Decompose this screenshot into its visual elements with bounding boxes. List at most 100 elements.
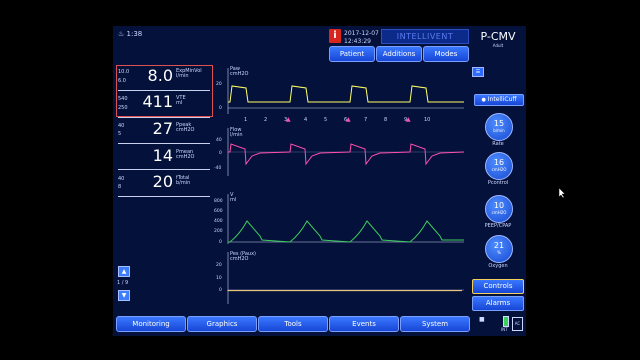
trigger-marker-icon: ▲ <box>406 116 411 123</box>
clock-display: ♨ 1:38 <box>118 30 142 38</box>
graph-unit: ml <box>230 197 237 203</box>
pcontrol-label: Pcontrol <box>487 180 509 186</box>
divider <box>118 169 210 170</box>
tab-additions[interactable]: Additions <box>376 46 422 62</box>
paw-waveform <box>228 85 464 103</box>
page-up-button[interactable]: ▲ <box>118 266 130 277</box>
ftotal-value: 20 <box>152 172 173 191</box>
flow-tick: 0 <box>219 151 222 156</box>
pes-tick: 10 <box>216 276 222 281</box>
info-alarm-icon[interactable]: i <box>329 29 341 43</box>
tab-monitoring[interactable]: Monitoring <box>116 316 186 332</box>
flow-tick: 40 <box>216 138 222 143</box>
rate-control[interactable]: 15 b/min <box>485 113 513 141</box>
divider <box>118 90 210 91</box>
ppeak-label: Ppeak cmH2O <box>176 123 195 133</box>
oxygen-label: Oxygen <box>488 263 508 269</box>
ftotal-label: fTotal b/min <box>176 176 190 186</box>
param-unit: cmH2O <box>176 127 195 133</box>
tab-patient[interactable]: Patient <box>329 46 375 62</box>
divider <box>118 117 210 118</box>
vte-label: VTE ml <box>176 96 186 106</box>
limit-upper: 40 <box>118 123 125 129</box>
tab-system[interactable]: System <box>400 316 470 332</box>
limit-lower: 8 <box>118 184 122 190</box>
intellivent-label[interactable]: INTELLIVENT <box>381 29 469 44</box>
param-unit: ml <box>176 100 183 106</box>
tab-events[interactable]: Events <box>329 316 399 332</box>
ppeak-value: 27 <box>152 119 173 138</box>
ac-plug-icon: AC <box>512 317 523 331</box>
ventilation-mode[interactable]: P-CMV <box>470 30 526 43</box>
volume-tick: 200 <box>214 229 223 234</box>
limit-lower: 250 <box>118 105 128 111</box>
param-unit: b/min <box>176 180 191 186</box>
breath-marker: 2 <box>264 117 268 123</box>
page-indicator: 1 / 9 <box>117 280 129 286</box>
waveform-panel <box>227 68 465 304</box>
limit-upper: 40 <box>118 176 125 182</box>
pes-tick: 20 <box>216 263 222 268</box>
battery-icon <box>503 316 509 327</box>
volume-tick: 800 <box>214 199 223 204</box>
pes-label: Pes (Paux) cmH2O <box>230 252 256 262</box>
graph-unit: l/min <box>230 132 243 138</box>
intellicuff-label: IntelliCuff <box>487 96 517 103</box>
param-unit: cmH2O <box>176 154 195 160</box>
breath-marker: 1 <box>244 117 248 123</box>
limit-upper: 540 <box>118 96 128 102</box>
breath-marker: 8 <box>384 117 388 123</box>
control-unit: b/min <box>493 128 505 133</box>
volume-tick: 600 <box>214 209 223 214</box>
breath-marker: 5 <box>324 117 328 123</box>
tab-graphics[interactable]: Graphics <box>187 316 257 332</box>
patient-group: Adult <box>492 43 504 48</box>
limit-lower: 5 <box>118 131 122 137</box>
controls-button[interactable]: Controls <box>472 279 524 294</box>
flow-label: Flow l/min <box>230 128 243 138</box>
control-unit: cmH2O <box>491 167 507 172</box>
exp-min-vol-label: ExpMinVol l/min <box>176 69 202 79</box>
alarms-button[interactable]: Alarms <box>472 296 524 311</box>
volume-tick: 0 <box>219 240 222 245</box>
pmean-label: Pmean cmH2O <box>176 150 195 160</box>
divider <box>118 196 210 197</box>
clock-text: 1:38 <box>126 30 143 38</box>
tab-tools[interactable]: Tools <box>258 316 328 332</box>
limit-lower: 6.0 <box>118 78 126 84</box>
divider <box>118 143 210 144</box>
tab-modes[interactable]: Modes <box>423 46 469 62</box>
limit-upper: 10.0 <box>118 69 130 75</box>
graph-unit: cmH2O <box>230 256 249 262</box>
paw-label: Paw cmH2O <box>230 67 249 77</box>
bell-icon: ♨ <box>118 30 125 38</box>
graph-unit: cmH2O <box>230 71 249 77</box>
oxygen-control[interactable]: 21 % <box>485 235 513 263</box>
intellicuff-button[interactable]: ● IntelliCuff <box>474 94 524 106</box>
peep-control[interactable]: 10 cmH2O <box>485 195 513 223</box>
flow-tick: -40 <box>214 166 222 171</box>
volume-tick: 400 <box>214 219 223 224</box>
lock-icon: ■ <box>479 316 485 323</box>
volume-label: V ml <box>230 193 236 203</box>
pmean-value: 14 <box>152 146 173 165</box>
control-unit: % <box>497 250 501 255</box>
menu-icon[interactable]: ☰ <box>472 67 484 77</box>
paw-tick: 20 <box>216 82 222 87</box>
trigger-marker-icon: ▲ <box>346 116 351 123</box>
flow-waveform <box>228 143 465 166</box>
time-text: 12:43:29 <box>344 38 371 45</box>
param-unit: l/min <box>176 73 189 79</box>
intellicuff-icon: ● <box>481 97 486 103</box>
pcontrol-control[interactable]: 16 cmH2O <box>485 152 513 180</box>
paw-tick: 0 <box>219 106 222 111</box>
date-time: 2017-12-07 12:43:29 <box>344 30 379 46</box>
breath-marker: 4 <box>304 117 308 123</box>
vte-value: 411 <box>142 92 173 111</box>
rate-label: Rate <box>492 141 504 147</box>
breath-marker: 10 <box>424 117 431 123</box>
page-down-button[interactable]: ▼ <box>118 290 130 301</box>
peep-label: PEEP/CPAP <box>484 223 512 229</box>
power-label: INT <box>501 327 508 332</box>
trigger-marker-icon: ▲ <box>286 116 291 123</box>
